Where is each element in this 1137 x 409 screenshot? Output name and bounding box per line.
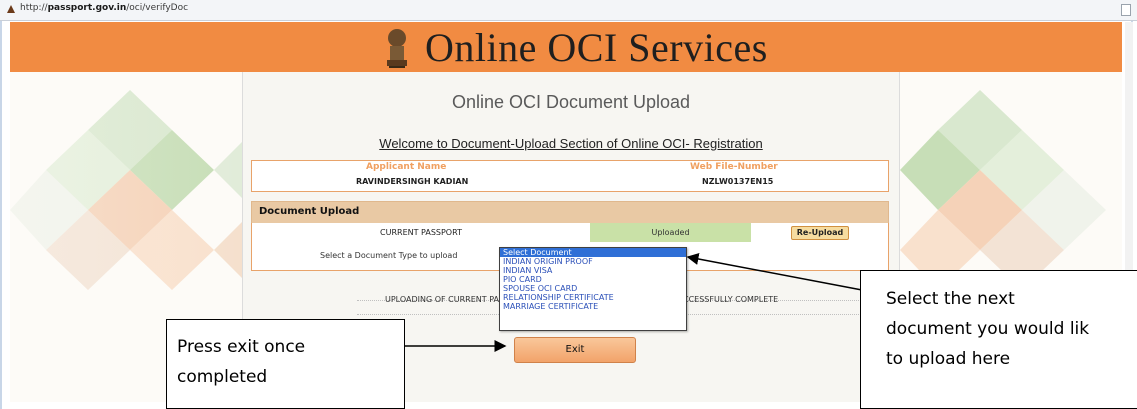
reupload-button[interactable]: Re-Upload (791, 226, 849, 240)
select-document-label: Select a Document Type to upload (320, 251, 458, 260)
dropdown-option[interactable]: Select Document (500, 248, 686, 257)
status-badge: Uploaded (590, 223, 751, 242)
dropdown-callout-line-2: document you would lik (886, 319, 1090, 339)
exit-button[interactable]: Exit (514, 337, 636, 363)
exit-callout-line-2: completed (177, 367, 268, 387)
page-subtitle: Welcome to Document-Upload Section of On… (379, 136, 763, 151)
url-text[interactable]: http://passport.gov.in/oci/verifyDoc (20, 3, 188, 13)
document-name: CURRENT PASSPORT (380, 228, 462, 237)
dropdown-option[interactable]: MARRIAGE CERTIFICATE (500, 302, 686, 311)
web-file-number-value: NZLW0137EN15 (702, 177, 774, 186)
document-type-dropdown[interactable]: Select Document INDIAN ORIGIN PROOF INDI… (499, 247, 687, 331)
dropdown-option[interactable]: RELATIONSHIP CERTIFICATE (500, 293, 686, 302)
applicant-info: Applicant Name RAVINDERSINGH KADIAN Web … (251, 160, 889, 192)
dropdown-callout-line-1: Select the next (886, 289, 1015, 309)
dropdown-option[interactable]: SPOUSE OCI CARD (500, 284, 686, 293)
page-icon[interactable] (1121, 4, 1131, 16)
reupload-cell: Re-Upload (751, 223, 888, 242)
dropdown-option[interactable]: PIO CARD (500, 275, 686, 284)
page-title: Online OCI Document Upload (451, 92, 691, 112)
national-emblem-icon (387, 29, 407, 68)
dropdown-callout: Select the next document you would lik t… (860, 270, 1137, 409)
address-bar[interactable]: http://passport.gov.in/oci/verifyDoc (0, 0, 1137, 21)
favicon-icon (7, 5, 15, 13)
applicant-name-value: RAVINDERSINGH KADIAN (356, 177, 469, 186)
applicant-name-label: Applicant Name (366, 162, 447, 172)
dropdown-callout-line-3: to upload here (886, 349, 1011, 369)
exit-callout: Press exit once completed (166, 319, 405, 409)
dropdown-option[interactable]: INDIAN ORIGIN PROOF (500, 257, 686, 266)
exit-callout-line-1: Press exit once (177, 337, 306, 357)
document-upload-title: Document Upload (259, 206, 360, 217)
status-message: UPLOADING OF CURRENT PA (385, 295, 499, 304)
web-file-number-label: Web File-Number (690, 162, 778, 172)
document-upload-header: Document Upload (251, 201, 889, 224)
banner-title: Online OCI Services (425, 25, 768, 70)
uploaded-document-row: CURRENT PASSPORT Uploaded Re-Upload (251, 223, 889, 243)
dropdown-option[interactable]: INDIAN VISA (500, 266, 686, 275)
status-message-end: CCESSFULLY COMPLETE (683, 295, 779, 304)
site-banner: Online OCI Services (10, 22, 1122, 72)
